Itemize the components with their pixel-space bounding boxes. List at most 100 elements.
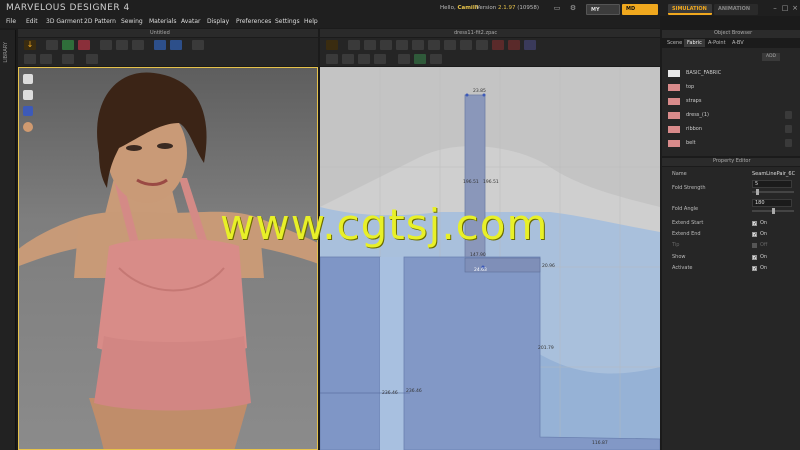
select-move-icon[interactable]: ↓	[24, 40, 36, 50]
name-value[interactable]: SeamLinePair_6C	[752, 171, 795, 177]
activate-checkbox[interactable]: ✓	[752, 266, 757, 272]
minimize-icon[interactable]: ▭	[552, 4, 562, 12]
brush-tool-icon[interactable]	[132, 40, 144, 50]
topstitch-icon[interactable]	[358, 54, 370, 64]
measure-tool-icon[interactable]	[192, 40, 204, 50]
edit-garment-icon[interactable]	[46, 40, 58, 50]
avatar-pants-view-icon[interactable]	[23, 106, 33, 116]
lock-icon[interactable]	[785, 125, 792, 133]
pin-tool-icon[interactable]	[100, 40, 112, 50]
menu-edit[interactable]: Edit	[26, 18, 38, 25]
garment-green-icon[interactable]	[62, 40, 74, 50]
menu-3d-garment[interactable]: 3D Garment	[46, 18, 83, 25]
tip-checkbox[interactable]	[752, 243, 757, 248]
fabric-swatch[interactable]	[668, 112, 680, 119]
measure-right-height: 201.79	[538, 346, 554, 351]
menu-sewing[interactable]: Sewing	[121, 18, 143, 25]
library-strip[interactable]	[0, 30, 16, 450]
slider-knob[interactable]	[756, 189, 759, 195]
edit-sewing-icon[interactable]	[524, 40, 536, 50]
grid-toggle-icon[interactable]	[414, 54, 426, 64]
menu-2d-pattern[interactable]: 2D Pattern	[84, 18, 116, 25]
animation-mode-button[interactable]: ANIMATION	[714, 4, 758, 15]
fold-strength-slider[interactable]	[752, 189, 794, 195]
my-page-button[interactable]: MY PAGE	[586, 4, 620, 24]
lock-icon[interactable]	[785, 111, 792, 119]
fabric-row[interactable]: belt	[666, 138, 794, 150]
viewport-3d[interactable]	[18, 67, 318, 450]
fabric-row[interactable]: ribbon	[666, 124, 794, 136]
window-maximize-icon[interactable]: □	[780, 4, 790, 12]
add-point-icon[interactable]	[380, 40, 392, 50]
dart-icon[interactable]	[476, 40, 488, 50]
fabric-row[interactable]: straps	[666, 96, 794, 108]
library-label[interactable]: LIBRARY	[3, 42, 9, 63]
tab-a-point[interactable]: A-Point	[705, 39, 729, 47]
menu-settings[interactable]: Settings	[275, 18, 300, 25]
internal-polygon-icon[interactable]	[428, 40, 440, 50]
settings-icon[interactable]: ⚙	[568, 4, 578, 12]
lock-icon[interactable]	[785, 139, 792, 147]
texture-view-icon[interactable]	[62, 54, 74, 64]
trace-icon[interactable]	[342, 54, 354, 64]
show-label: Show	[672, 254, 686, 260]
tab-scene[interactable]: Scene	[664, 39, 685, 47]
fabric-swatch[interactable]	[668, 98, 680, 105]
fold-angle-input[interactable]: 180	[752, 199, 792, 207]
free-sewing-icon[interactable]	[508, 40, 520, 50]
transform-pattern-icon[interactable]	[326, 40, 338, 50]
window-close-icon[interactable]: ×	[790, 4, 800, 12]
extend-start-checkbox[interactable]: ✓	[752, 221, 757, 227]
fold-angle-slider[interactable]	[752, 208, 794, 214]
slider-knob[interactable]	[772, 208, 775, 214]
menu-help[interactable]: Help	[304, 18, 318, 25]
add-fabric-button[interactable]: ADD	[762, 53, 780, 61]
window-minimize-icon[interactable]: –	[770, 4, 780, 12]
avatar-head-icon[interactable]	[23, 122, 33, 132]
avatar-pants-icon[interactable]	[170, 40, 182, 50]
fold-arrangement-icon[interactable]	[326, 54, 338, 64]
extend-end-checkbox[interactable]: ✓	[752, 232, 757, 238]
tab-fabric[interactable]: Fabric	[684, 39, 705, 47]
texture-edit-icon[interactable]	[398, 54, 410, 64]
gathering-icon[interactable]	[374, 54, 386, 64]
fabric-swatch[interactable]	[668, 140, 680, 147]
simulation-mode-button[interactable]: SIMULATION	[668, 4, 712, 15]
extend-end-state: On	[760, 231, 768, 237]
fabric-row[interactable]: BASIC_FABRIC	[666, 68, 794, 80]
viewport-2d[interactable]: 23.85 196.51 196.51 147.90 24.63 20.96 2…	[320, 67, 660, 450]
internal-rectangle-icon[interactable]	[444, 40, 456, 50]
tack-tool-icon[interactable]	[116, 40, 128, 50]
fabric-swatch[interactable]	[668, 126, 680, 133]
avatar-side-icon[interactable]	[23, 90, 33, 100]
fabric-row[interactable]: dress_(1)	[666, 110, 794, 122]
name-label: Name	[672, 171, 687, 177]
segment-sewing-icon[interactable]	[492, 40, 504, 50]
internal-circle-icon[interactable]	[460, 40, 472, 50]
avatar-front-icon[interactable]	[23, 74, 33, 84]
show-checkbox[interactable]: ✓	[752, 255, 757, 261]
menu-display[interactable]: Display	[207, 18, 229, 25]
fabric-swatch[interactable]	[668, 84, 680, 91]
fold-strength-input[interactable]: 5	[752, 180, 792, 188]
fabric-row[interactable]: top	[666, 82, 794, 94]
menu-file[interactable]: File	[6, 18, 16, 25]
tab-a-bv[interactable]: A-BV	[729, 39, 747, 47]
measure-left-height-a: 236.46	[382, 391, 398, 396]
menu-materials[interactable]: Materials	[149, 18, 177, 25]
layer-icon[interactable]	[430, 54, 442, 64]
edit-point-icon[interactable]	[348, 40, 360, 50]
edit-curvature-icon[interactable]	[364, 40, 376, 50]
garment-red-icon[interactable]	[78, 40, 90, 50]
menu-avatar[interactable]: Avatar	[181, 18, 200, 25]
avatar-shirt-icon[interactable]	[154, 40, 166, 50]
fabric-swatch[interactable]	[668, 70, 680, 77]
polygon-icon[interactable]	[412, 40, 424, 50]
show-grid-icon[interactable]	[40, 54, 52, 64]
menu-preferences[interactable]: Preferences	[236, 18, 271, 25]
md-store-button[interactable]: MD STORE	[622, 4, 658, 23]
render-view-icon[interactable]	[86, 54, 98, 64]
watermark-text: www.cgtsj.com	[220, 200, 549, 249]
show-avatar-icon[interactable]	[24, 54, 36, 64]
rectangle-icon[interactable]	[396, 40, 408, 50]
